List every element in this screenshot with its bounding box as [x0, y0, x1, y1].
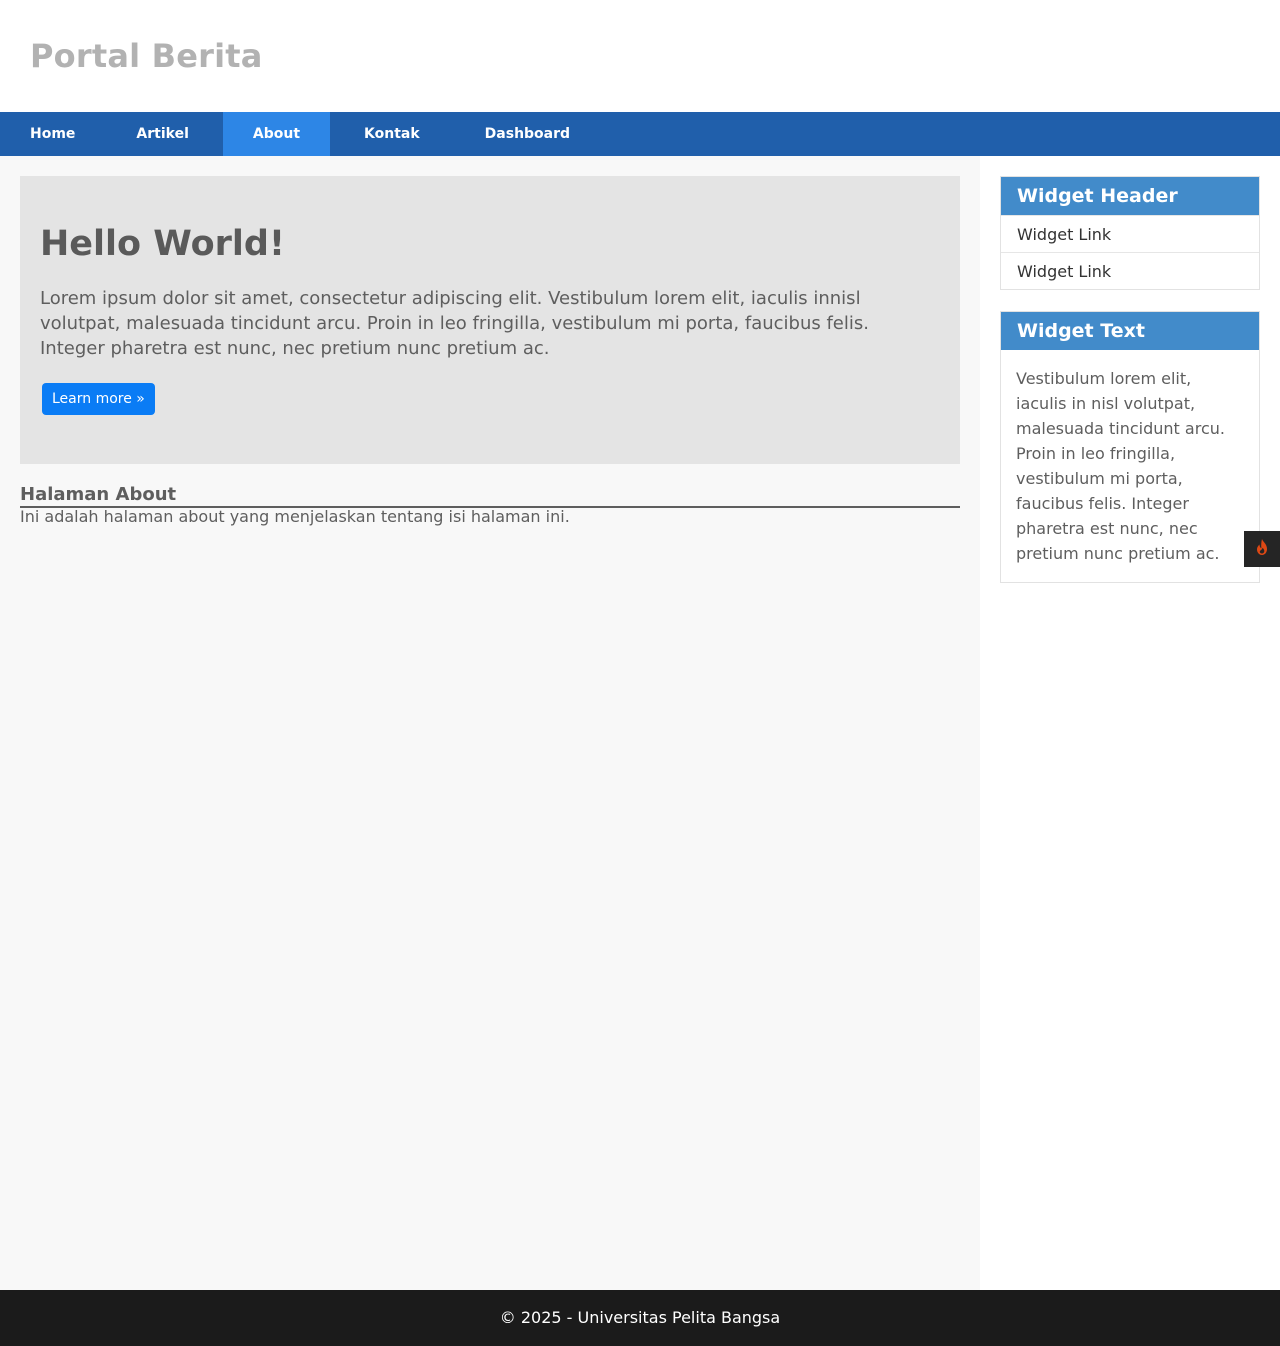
flame-icon	[1253, 538, 1271, 560]
footer-text: © 2025 - Universitas Pelita Bangsa	[499, 1308, 781, 1327]
widget-header: Widget Header	[1001, 177, 1259, 215]
nav-item-dashboard[interactable]: Dashboard	[454, 112, 600, 156]
about-text: Ini adalah halaman about yang menjelaska…	[20, 507, 570, 526]
debug-toolbar-toggle[interactable]	[1244, 531, 1280, 567]
learn-more-button[interactable]: Learn more »	[42, 383, 155, 415]
nav-item-about[interactable]: About	[222, 112, 331, 156]
nav-item-artikel[interactable]: Artikel	[105, 112, 222, 156]
widget-text-body: Vestibulum lorem elit, iaculis in nisl v…	[1016, 369, 1225, 563]
nav-item-kontak[interactable]: Kontak	[330, 112, 454, 156]
hero-title: Hello World!	[40, 224, 285, 264]
nav-item-home[interactable]: Home	[0, 112, 105, 156]
main-content: Hello World! Lorem ipsum dolor sit amet,…	[0, 156, 980, 1290]
site-footer: © 2025 - Universitas Pelita Bangsa	[0, 1290, 1280, 1346]
hero-text: Lorem ipsum dolor sit amet, consectetur …	[40, 288, 869, 359]
site-header: Portal Berita	[0, 0, 1280, 112]
widget-link[interactable]: Widget Link	[1001, 215, 1259, 252]
widget-text: Widget Text Vestibulum lorem elit, iacul…	[1000, 311, 1260, 583]
sidebar: Widget Header Widget Link Widget Link Wi…	[980, 156, 1280, 1290]
about-title: Halaman About	[20, 484, 960, 508]
content-wrapper: Hello World! Lorem ipsum dolor sit amet,…	[0, 156, 1280, 1290]
widget-link[interactable]: Widget Link	[1001, 252, 1259, 289]
widget-links: Widget Header Widget Link Widget Link	[1000, 176, 1260, 290]
widget-text-header: Widget Text	[1001, 312, 1259, 350]
main-navbar: Home Artikel About Kontak Dashboard	[0, 112, 1280, 156]
about-section: Halaman About Ini adalah halaman about y…	[20, 484, 960, 526]
hero-jumbotron: Hello World! Lorem ipsum dolor sit amet,…	[20, 176, 960, 464]
site-title: Portal Berita	[30, 37, 263, 75]
